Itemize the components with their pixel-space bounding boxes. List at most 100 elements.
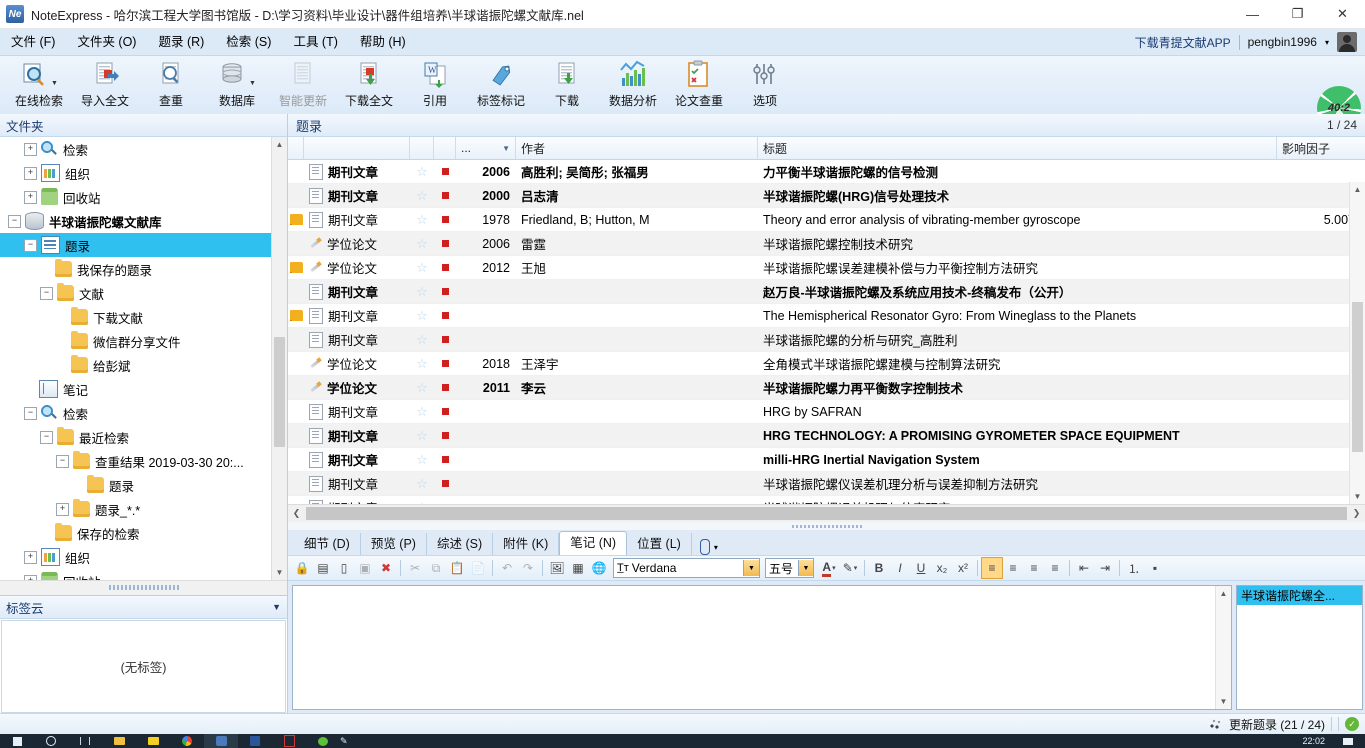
star-icon[interactable]: ☆: [416, 404, 428, 420]
unread-marker-icon[interactable]: [441, 264, 449, 271]
maximize-button[interactable]: ❐: [1275, 0, 1320, 28]
table-row[interactable]: 学位论文 ☆ 2018 王泽宇 全角模式半球谐振陀螺建模与控制算法研究: [288, 352, 1365, 376]
grid-horizontal-scrollbar[interactable]: ❮ ❯: [288, 504, 1365, 522]
toolbar-button-download-fulltext[interactable]: 下载全文: [336, 56, 402, 117]
row-flag-cell[interactable]: [288, 214, 304, 225]
tree-expander-icon[interactable]: −: [40, 430, 53, 444]
col-header-star[interactable]: [410, 137, 434, 159]
action-center-icon[interactable]: [1331, 734, 1365, 748]
grid-scroll-down-arrow[interactable]: ▼: [1350, 489, 1365, 504]
row-star-cell[interactable]: ☆: [410, 404, 434, 420]
menu-search[interactable]: 检索 (S): [215, 29, 282, 55]
col-header-year[interactable]: ... ▼: [456, 137, 516, 159]
editor-scroll-up-arrow[interactable]: ▲: [1216, 586, 1231, 601]
tab-review[interactable]: 综述 (S): [427, 533, 494, 555]
toolbar-button-paper-plagiarism[interactable]: 论文查重: [666, 56, 732, 117]
wechat-icon[interactable]: [306, 734, 340, 748]
download-app-link[interactable]: 下载青提文献APP: [1135, 34, 1231, 51]
tree-expander-icon[interactable]: −: [24, 238, 37, 252]
row-flag-cell[interactable]: [288, 262, 304, 273]
chevron-down-icon[interactable]: ▾: [854, 564, 858, 572]
sidebar-item-1[interactable]: + 组织: [0, 161, 287, 185]
star-icon[interactable]: ☆: [416, 428, 428, 444]
numbered-list-button[interactable]: ⒈: [1124, 558, 1144, 578]
toolbar-button-duplicate-check[interactable]: 查重: [138, 56, 204, 117]
row-star-cell[interactable]: ☆: [410, 500, 434, 505]
tree-scroll-thumb[interactable]: [274, 337, 285, 447]
unread-marker-icon[interactable]: [441, 192, 449, 199]
row-read-cell[interactable]: [434, 480, 456, 487]
row-read-cell[interactable]: [434, 456, 456, 463]
row-star-cell[interactable]: ☆: [410, 356, 434, 372]
row-star-cell[interactable]: ☆: [410, 476, 434, 492]
tab-attachment[interactable]: 附件 (K): [493, 533, 560, 555]
tree-expander-icon[interactable]: −: [56, 454, 69, 468]
superscript-button[interactable]: x²: [953, 558, 973, 578]
table-row[interactable]: 期刊文章 ☆ milli-HRG Inertial Navigation Syste…: [288, 448, 1365, 472]
grid-scroll-left-arrow[interactable]: ❮: [288, 508, 305, 519]
toolbar-button-data-analysis[interactable]: 数据分析: [600, 56, 666, 117]
star-icon[interactable]: ☆: [416, 476, 428, 492]
table-row[interactable]: 期刊文章 ☆ 2000 吕志清 半球谐振陀螺(HRG)信号处理技术: [288, 184, 1365, 208]
copy-icon[interactable]: ⧉: [426, 558, 446, 578]
row-read-cell[interactable]: [434, 288, 456, 295]
menu-record[interactable]: 题录 (R): [147, 29, 215, 55]
row-read-cell[interactable]: [434, 312, 456, 319]
bold-button[interactable]: B: [869, 558, 889, 578]
table-row[interactable]: 学位论文 ☆ 2011 李云 半球谐振陀螺力再平衡数字控制技术: [288, 376, 1365, 400]
chevron-down-icon[interactable]: ▼: [798, 560, 813, 576]
toolbar-button-import-fulltext[interactable]: 导入全文: [72, 56, 138, 117]
indent-button[interactable]: ⇥: [1095, 558, 1115, 578]
highlight-color-icon[interactable]: ✎ ▾: [840, 558, 860, 578]
sidebar-item-5[interactable]: 我保存的题录: [0, 257, 287, 281]
tree-expander-icon[interactable]: −: [40, 286, 53, 300]
sidebar-item-9[interactable]: 给彭斌: [0, 353, 287, 377]
menu-file[interactable]: 文件 (F): [0, 29, 66, 55]
chevron-down-icon[interactable]: ▾: [832, 564, 836, 572]
lock-icon[interactable]: 🔒: [292, 558, 312, 578]
minimize-button[interactable]: —: [1230, 0, 1275, 28]
tree-expander-icon[interactable]: +: [24, 190, 37, 204]
horizontal-splitter[interactable]: [288, 522, 1365, 530]
cortana-search-icon[interactable]: [34, 734, 68, 748]
table-row[interactable]: 期刊文章 ☆ The Hemispherical Resonator Gyro: F…: [288, 304, 1365, 328]
folder-tree[interactable]: + 检索 + 组织 + 回收站 − 半球谐振陀螺文献库 − 题录 我保存的题录 − 文献 下载文献 微信群分…: [0, 137, 287, 580]
sidebar-item-3[interactable]: − 半球谐振陀螺文献库: [0, 209, 287, 233]
col-header-read[interactable]: [434, 137, 456, 159]
sidebar-item-16[interactable]: 保存的检索: [0, 521, 287, 545]
star-icon[interactable]: ☆: [416, 380, 428, 396]
star-icon[interactable]: ☆: [416, 452, 428, 468]
star-icon[interactable]: ☆: [416, 284, 428, 300]
col-header-author[interactable]: 作者: [516, 137, 758, 159]
tree-expander-icon[interactable]: +: [56, 502, 69, 516]
row-read-cell[interactable]: [434, 168, 456, 175]
paste-plain-icon[interactable]: 📄: [468, 558, 488, 578]
grid-rows[interactable]: 期刊文章 ☆ 2006 高胜利; 吴简彤; 张福男 力平衡半球谐振陀螺的信号检测 期刊文章…: [288, 160, 1365, 504]
menu-help[interactable]: 帮助 (H): [349, 29, 417, 55]
tray-icons[interactable]: ✎: [340, 736, 354, 747]
note-list[interactable]: 半球谐振陀螺全...: [1236, 585, 1363, 710]
task-view-icon[interactable]: [68, 734, 102, 748]
tree-expander-icon[interactable]: +: [24, 166, 37, 180]
unread-marker-icon[interactable]: [441, 480, 449, 487]
grid-vertical-scrollbar[interactable]: ▲ ▼: [1349, 182, 1365, 504]
grid-scroll-up-arrow[interactable]: ▲: [1350, 182, 1365, 197]
chevron-down-icon[interactable]: ▾: [714, 543, 718, 552]
add-note-icon[interactable]: ▤: [313, 558, 333, 578]
tab-preview[interactable]: 预览 (P): [361, 533, 427, 555]
row-star-cell[interactable]: ☆: [410, 164, 434, 180]
sidebar-item-4[interactable]: − 题录: [0, 233, 287, 257]
toolbar-button-tag-mark[interactable]: 标签标记: [468, 56, 534, 117]
tab-location[interactable]: 位置 (L): [627, 533, 692, 555]
row-star-cell[interactable]: ☆: [410, 380, 434, 396]
save-icon[interactable]: ▣: [355, 558, 375, 578]
grid-hscroll-track[interactable]: [306, 507, 1347, 520]
user-name[interactable]: pengbin1996: [1248, 35, 1317, 49]
tree-scroll-down-arrow[interactable]: ▼: [272, 565, 287, 580]
toolbar-button-online-search[interactable]: ▼ 在线检索: [6, 56, 72, 117]
table-row[interactable]: 期刊文章 ☆ HRG TECHNOLOGY: A PROMISING GYROMET…: [288, 424, 1365, 448]
table-row[interactable]: 期刊文章 ☆ 半球谐振陀螺的分析与研究_高胜利: [288, 328, 1365, 352]
row-read-cell[interactable]: [434, 336, 456, 343]
star-icon[interactable]: ☆: [416, 260, 428, 276]
grid-scroll-right-arrow[interactable]: ❯: [1348, 508, 1365, 519]
